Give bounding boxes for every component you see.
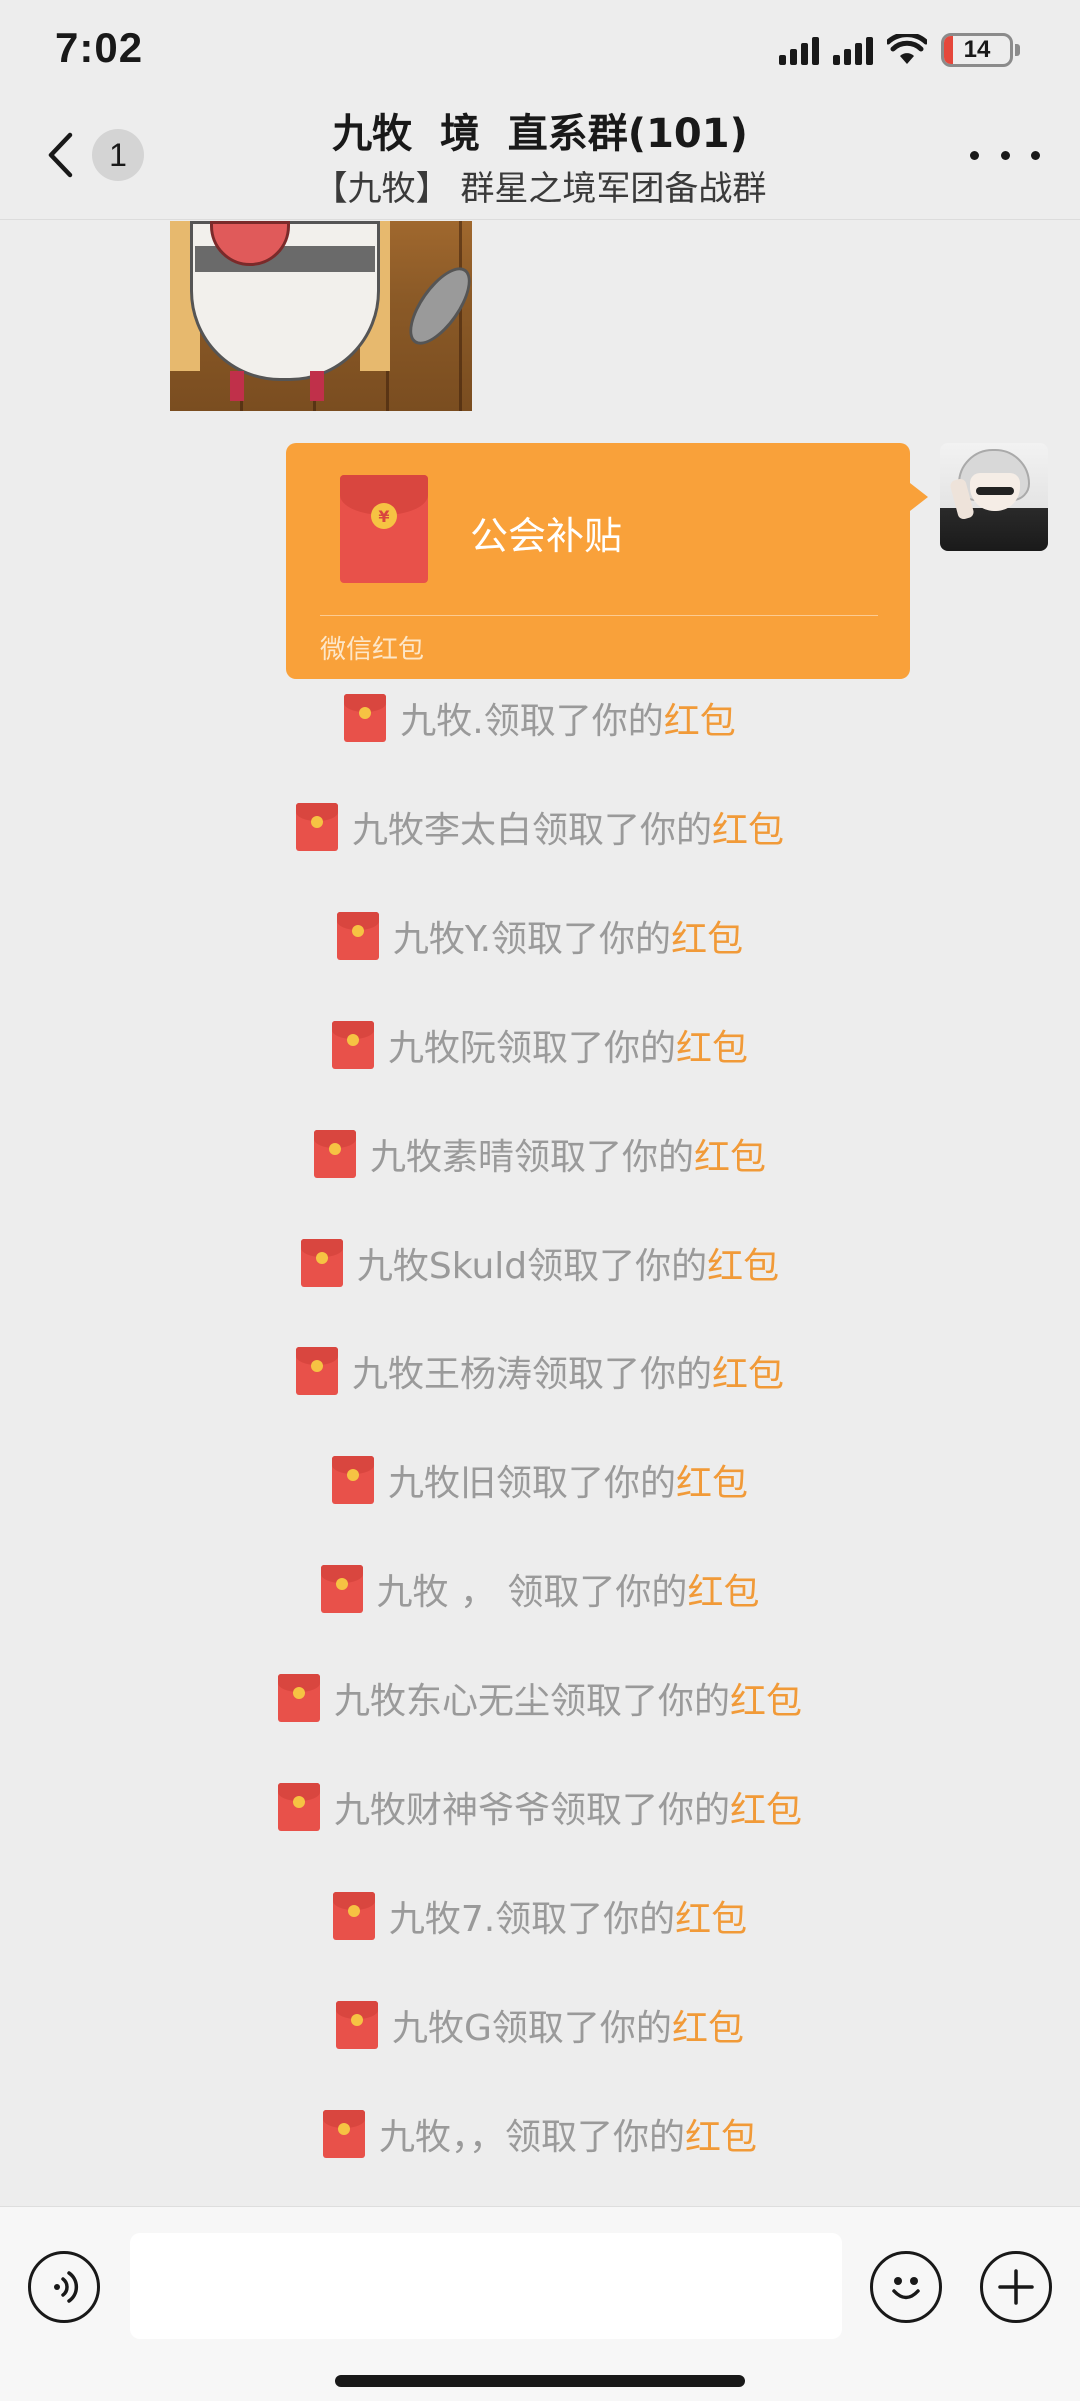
red-packet-icon: ¥ xyxy=(340,475,428,583)
red-packet-link[interactable]: 红包 xyxy=(694,1128,766,1180)
red-packet-link[interactable]: 红包 xyxy=(676,1019,748,1071)
notice-text: 九牧7.领取了你的 xyxy=(388,1898,676,1940)
sticker-image[interactable] xyxy=(170,221,472,411)
red-packet-icon xyxy=(344,694,387,742)
red-packet-claim-notice: 九牧阮领取了你的 红包 xyxy=(0,1015,1080,1075)
input-bar xyxy=(0,2206,1080,2401)
red-packet-link[interactable]: 红包 xyxy=(671,910,743,962)
red-packet-icon xyxy=(331,1020,374,1069)
status-time: 7:02 xyxy=(55,24,144,71)
red-packet-claim-notice: 九牧.领取了你的 红包 xyxy=(0,688,1080,748)
red-packet-claim-notice: 九牧G领取了你的 红包 xyxy=(0,1995,1080,2055)
plus-icon xyxy=(998,2269,1034,2305)
more-options-button[interactable] xyxy=(970,135,1040,175)
chevron-left-icon xyxy=(40,127,80,183)
battery-cap xyxy=(1015,44,1020,56)
battery-body: 14 xyxy=(941,33,1013,67)
message-input[interactable] xyxy=(130,2233,842,2339)
red-packet-link[interactable]: 红包 xyxy=(707,1237,779,1289)
emoji-icon xyxy=(892,2277,920,2300)
red-packet-claim-notice: 九牧李太白领取了你的 红包 xyxy=(0,797,1080,857)
notice-text: 九牧Y.领取了你的 xyxy=(392,918,672,960)
red-packet-icon xyxy=(320,1565,363,1614)
red-packet-link[interactable]: 红包 xyxy=(672,1999,744,2051)
red-packet-icon xyxy=(295,1347,338,1396)
notice-text: 九牧阮领取了你的 xyxy=(387,1027,676,1069)
red-packet-claim-notice: 九牧Y.领取了你的 红包 xyxy=(0,906,1080,966)
status-icons: 14 xyxy=(779,30,1020,70)
red-packet-link[interactable]: 红包 xyxy=(687,1563,759,1615)
more-dot-icon xyxy=(1000,150,1010,160)
sender-avatar[interactable] xyxy=(940,443,1048,551)
red-packet-claim-notice: 九牧Skuld领取了你的 红包 xyxy=(0,1233,1080,1293)
red-packet-link[interactable]: 红包 xyxy=(730,1672,802,1724)
red-packet-icon xyxy=(322,2109,365,2158)
status-bar: 7:02 14 xyxy=(0,0,1080,95)
nav-bar: 1 九牧 境 直系群(101) 【九牧】 群星之境军团备战群 xyxy=(0,95,1080,220)
notice-text: 九牧李太白领取了你的 xyxy=(351,809,712,851)
red-packet-link[interactable]: 红包 xyxy=(712,801,784,853)
battery-level: 14 xyxy=(963,36,991,63)
red-packet-link[interactable]: 红包 xyxy=(712,1345,784,1397)
notice-text: 九牧旧领取了你的 xyxy=(387,1463,676,1505)
red-packet-icon xyxy=(277,1783,320,1831)
back-button[interactable]: 1 xyxy=(40,125,150,185)
red-packet-claim-notice: 九牧 ， 领取了你的 红包 xyxy=(0,1559,1080,1619)
chat-message-list[interactable]: ¥ 公会补贴 微信红包 九牧.领取了你的 红包 九牧李太白领取了你的 红包 九牧Y.领取… xyxy=(0,221,1080,2206)
red-packet-icon xyxy=(336,911,379,960)
red-packet-link[interactable]: 红包 xyxy=(675,1890,747,1942)
signal-icon xyxy=(833,35,873,65)
red-packet-icon xyxy=(277,1674,320,1723)
unread-count-badge: 1 xyxy=(92,129,144,181)
red-packet-icon xyxy=(313,1129,356,1178)
yuan-coin-icon: ¥ xyxy=(371,503,397,529)
chat-title: 九牧 境 直系群(101) xyxy=(332,111,748,157)
red-packet-footer: 微信红包 xyxy=(320,635,425,665)
red-packet-claim-notice: 九牧东心无尘领取了你的 红包 xyxy=(0,1668,1080,1728)
notice-text: 九牧，，领取了你的 xyxy=(378,2116,685,2158)
notice-text: 九牧.领取了你的 xyxy=(400,701,664,742)
red-packet-icon xyxy=(332,1891,375,1940)
red-packet-message[interactable]: ¥ 公会补贴 微信红包 xyxy=(286,443,928,679)
notice-text: 九牧财神爷爷领取了你的 xyxy=(333,1790,730,1831)
red-packet-icon xyxy=(331,1456,374,1505)
red-packet-icon xyxy=(336,2000,379,2049)
more-dot-icon xyxy=(1031,150,1040,160)
notice-text: 九牧Skuld领取了你的 xyxy=(356,1245,708,1287)
red-packet-icon xyxy=(300,1238,343,1287)
red-packet-title: 公会补贴 xyxy=(470,514,623,558)
red-packet-link[interactable]: 红包 xyxy=(730,1781,802,1833)
notice-text: 九牧G领取了你的 xyxy=(392,2007,672,2049)
more-functions-button[interactable] xyxy=(980,2251,1052,2323)
red-packet-icon xyxy=(295,802,338,851)
red-packet-divider xyxy=(320,615,878,616)
red-packet-claim-notice: 九牧7.领取了你的 红包 xyxy=(0,1886,1080,1946)
red-packet-link[interactable]: 红包 xyxy=(685,2108,757,2160)
chat-subtitle: 【九牧】 群星之境军团备战群 xyxy=(313,169,767,209)
notice-text: 九牧王杨涛领取了你的 xyxy=(351,1354,712,1396)
wifi-icon xyxy=(887,34,927,64)
voice-icon xyxy=(54,2271,79,2303)
signal-icon xyxy=(779,35,819,65)
battery-icon: 14 xyxy=(941,33,1020,67)
notice-text: 九牧素晴领取了你的 xyxy=(369,1136,694,1178)
red-packet-link[interactable]: 红包 xyxy=(664,692,736,744)
voice-button[interactable] xyxy=(28,2251,100,2323)
notice-text: 九牧东心无尘领取了你的 xyxy=(333,1681,730,1723)
red-packet-link[interactable]: 红包 xyxy=(676,1454,748,1506)
emoji-button[interactable] xyxy=(870,2251,942,2323)
red-packet-claim-notice: 九牧王杨涛领取了你的 红包 xyxy=(0,1341,1080,1401)
red-packet-claim-notice: 九牧财神爷爷领取了你的 红包 xyxy=(0,1777,1080,1837)
home-indicator[interactable] xyxy=(335,2375,745,2387)
notice-text: 九牧 ， 领取了你的 xyxy=(376,1572,688,1614)
red-packet-claim-notice: 九牧旧领取了你的 红包 xyxy=(0,1450,1080,1510)
red-packet-claim-notice: 九牧素晴领取了你的 红包 xyxy=(0,1124,1080,1184)
red-packet-claim-notice: 九牧，，领取了你的 红包 xyxy=(0,2104,1080,2164)
more-dot-icon xyxy=(970,150,979,160)
